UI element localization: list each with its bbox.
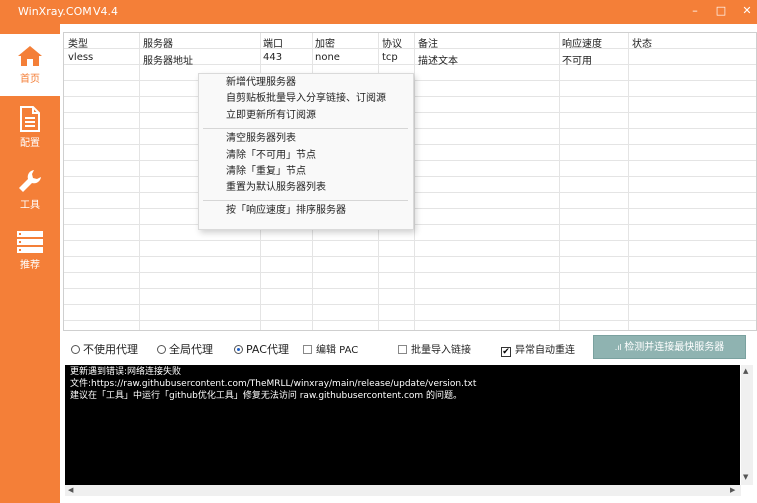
app-version: V4.4 bbox=[93, 5, 119, 18]
speed-test-label: 检测并连接最快服务器 bbox=[624, 342, 725, 353]
log-line: 建议在「工具」中运行「github优化工具」修复无法访问 raw.githubu… bbox=[70, 391, 463, 401]
table-cell[interactable]: tcp bbox=[382, 52, 398, 63]
radio-icon bbox=[71, 345, 80, 354]
column-header[interactable]: 加密 bbox=[315, 35, 335, 50]
speed-test-button[interactable]: .ıl 检测并连接最快服务器 bbox=[593, 335, 746, 359]
menu-item-remove-duplicate[interactable]: 清除「重复」节点 bbox=[226, 165, 306, 179]
nav-item-config[interactable]: 配置 bbox=[0, 96, 60, 158]
menu-item-import-clipboard[interactable]: 自剪贴板批量导入分享链接、订阅源 bbox=[226, 92, 386, 106]
batch-import-button[interactable]: 批量导入链接 bbox=[398, 341, 471, 356]
maximize-button[interactable]: □ bbox=[711, 2, 731, 20]
menu-item-reset-default[interactable]: 重置为默认服务器列表 bbox=[226, 181, 326, 195]
table-cell[interactable]: 443 bbox=[263, 52, 282, 63]
home-icon bbox=[18, 46, 42, 66]
scroll-right-icon[interactable]: ▶ bbox=[730, 486, 735, 494]
column-header[interactable]: 协议 bbox=[382, 35, 402, 50]
column-header[interactable]: 备注 bbox=[418, 35, 438, 50]
menu-item-add-server[interactable]: 新增代理服务器 bbox=[226, 76, 296, 90]
column-header[interactable]: 服务器 bbox=[143, 35, 173, 50]
nav-item-config-label: 配置 bbox=[20, 138, 40, 149]
nav-item-tools-label: 工具 bbox=[20, 200, 40, 211]
table-cell[interactable]: 不可用 bbox=[562, 52, 592, 67]
edit-icon bbox=[303, 345, 312, 354]
server-icon bbox=[17, 231, 43, 253]
table-cell[interactable]: none bbox=[315, 52, 340, 63]
radio-icon bbox=[157, 345, 166, 354]
app-title: WinXray.COM bbox=[18, 5, 92, 18]
scroll-down-icon[interactable]: ▼ bbox=[743, 473, 748, 481]
edit-pac-button[interactable]: 编辑 PAC bbox=[303, 341, 358, 356]
scroll-left-icon[interactable]: ◀ bbox=[68, 486, 73, 494]
auto-reconnect-checkbox[interactable]: ✔ 异常自动重连 bbox=[501, 341, 575, 357]
table-cell[interactable]: 服务器地址 bbox=[143, 52, 193, 67]
pac-proxy-label: PAC代理 bbox=[246, 343, 289, 356]
signal-icon: .ıl bbox=[614, 343, 625, 352]
minimize-button[interactable]: – bbox=[685, 2, 705, 20]
nav-item-home[interactable]: 首页 bbox=[0, 34, 60, 96]
sidebar: 首页 配置 工具 推荐 bbox=[0, 24, 60, 503]
menu-item-sort-by-speed[interactable]: 按「响应速度」排序服务器 bbox=[226, 204, 346, 218]
menu-item-clear-servers[interactable]: 清空服务器列表 bbox=[226, 132, 296, 146]
radio-selected-icon bbox=[234, 345, 243, 354]
scroll-up-icon[interactable]: ▲ bbox=[743, 367, 748, 375]
close-button[interactable]: ✕ bbox=[737, 2, 757, 20]
column-header[interactable]: 端口 bbox=[263, 35, 283, 50]
no-proxy-label: 不使用代理 bbox=[83, 343, 138, 356]
edit-pac-label: 编辑 PAC bbox=[316, 345, 359, 356]
wrench-icon bbox=[19, 170, 41, 192]
title-bar: WinXray.COM V4.4 – □ ✕ bbox=[0, 0, 757, 24]
table-cell[interactable]: 描述文本 bbox=[418, 52, 458, 67]
column-header[interactable]: 响应速度 bbox=[562, 35, 602, 50]
log-output[interactable]: 更新遇到错误:网络连接失败 文件:https://raw.githubuserc… bbox=[65, 365, 740, 485]
no-proxy-radio[interactable]: 不使用代理 bbox=[71, 341, 138, 357]
log-horizontal-scrollbar[interactable]: ◀ ▶ bbox=[65, 485, 741, 496]
menu-item-update-subscriptions[interactable]: 立即更新所有订阅源 bbox=[226, 109, 316, 123]
nav-item-home-label: 首页 bbox=[20, 74, 40, 85]
document-icon bbox=[20, 106, 40, 132]
nav-item-recommend[interactable]: 推荐 bbox=[0, 220, 60, 282]
column-header[interactable]: 类型 bbox=[68, 35, 88, 50]
menu-separator bbox=[203, 128, 408, 129]
checkbox-checked-icon: ✔ bbox=[501, 347, 511, 357]
column-header[interactable]: 状态 bbox=[632, 35, 652, 50]
auto-reconnect-label: 异常自动重连 bbox=[515, 345, 575, 356]
table-cell[interactable]: vless bbox=[68, 52, 93, 63]
log-line: 更新遇到错误:网络连接失败 bbox=[70, 367, 182, 377]
context-menu: 新增代理服务器 自剪贴板批量导入分享链接、订阅源 立即更新所有订阅源 清空服务器… bbox=[198, 73, 414, 230]
menu-separator bbox=[203, 200, 408, 201]
batch-import-label: 批量导入链接 bbox=[411, 345, 471, 356]
pac-proxy-radio[interactable]: PAC代理 bbox=[234, 341, 289, 357]
nav-item-recommend-label: 推荐 bbox=[20, 260, 40, 271]
global-proxy-label: 全局代理 bbox=[169, 343, 213, 356]
log-vertical-scrollbar[interactable]: ▲ ▼ bbox=[741, 365, 753, 485]
menu-item-remove-unavailable[interactable]: 清除「不可用」节点 bbox=[226, 149, 316, 163]
global-proxy-radio[interactable]: 全局代理 bbox=[157, 341, 213, 357]
import-icon bbox=[398, 345, 407, 354]
log-line: 文件:https://raw.githubusercontent.com/The… bbox=[70, 379, 477, 389]
nav-item-tools[interactable]: 工具 bbox=[0, 158, 60, 220]
